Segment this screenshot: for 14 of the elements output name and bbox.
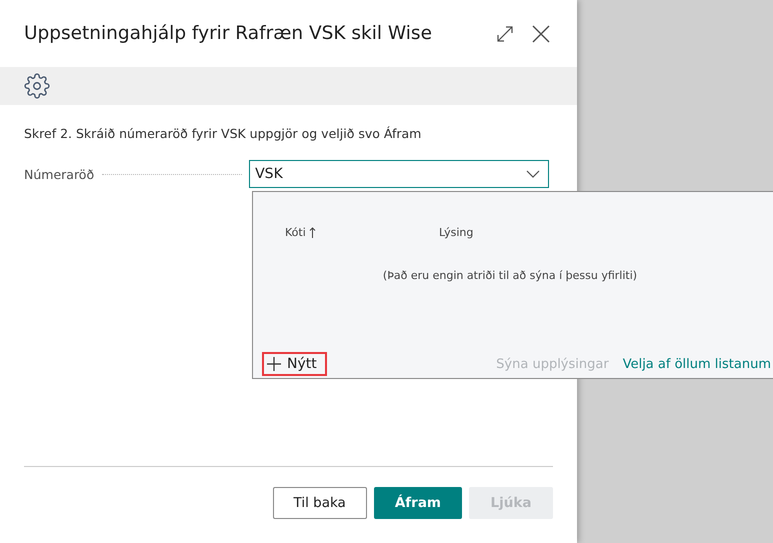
column-header[interactable]: Kóti: [285, 226, 306, 239]
dialog-title: Uppsetningahjálp fyrir Rafræn VSK skil Wise: [24, 23, 433, 44]
dialog-button[interactable]: Áfram: [374, 487, 462, 519]
column-header[interactable]: Lýsing: [439, 226, 474, 239]
instruction-text: Skref 2. Skráið númeraröð fyrir VSK uppgjör og veljið svo Áfram: [24, 126, 422, 141]
chevron-icon[interactable]: [526, 170, 540, 178]
dialog-button[interactable]: Til baka: [272, 487, 367, 519]
new-button[interactable]: Nýtt: [262, 352, 327, 376]
settings-icon[interactable]: [24, 73, 50, 99]
plus-icon: [267, 357, 281, 371]
field-label: Númeraröð: [24, 166, 94, 182]
empty-message: (Það eru engin atriði til að sýna í þessu yfirliti): [382, 269, 638, 282]
number-series-field[interactable]: VSK: [249, 160, 550, 188]
action-link[interactable]: Velja af öllum listanum: [622, 356, 771, 372]
